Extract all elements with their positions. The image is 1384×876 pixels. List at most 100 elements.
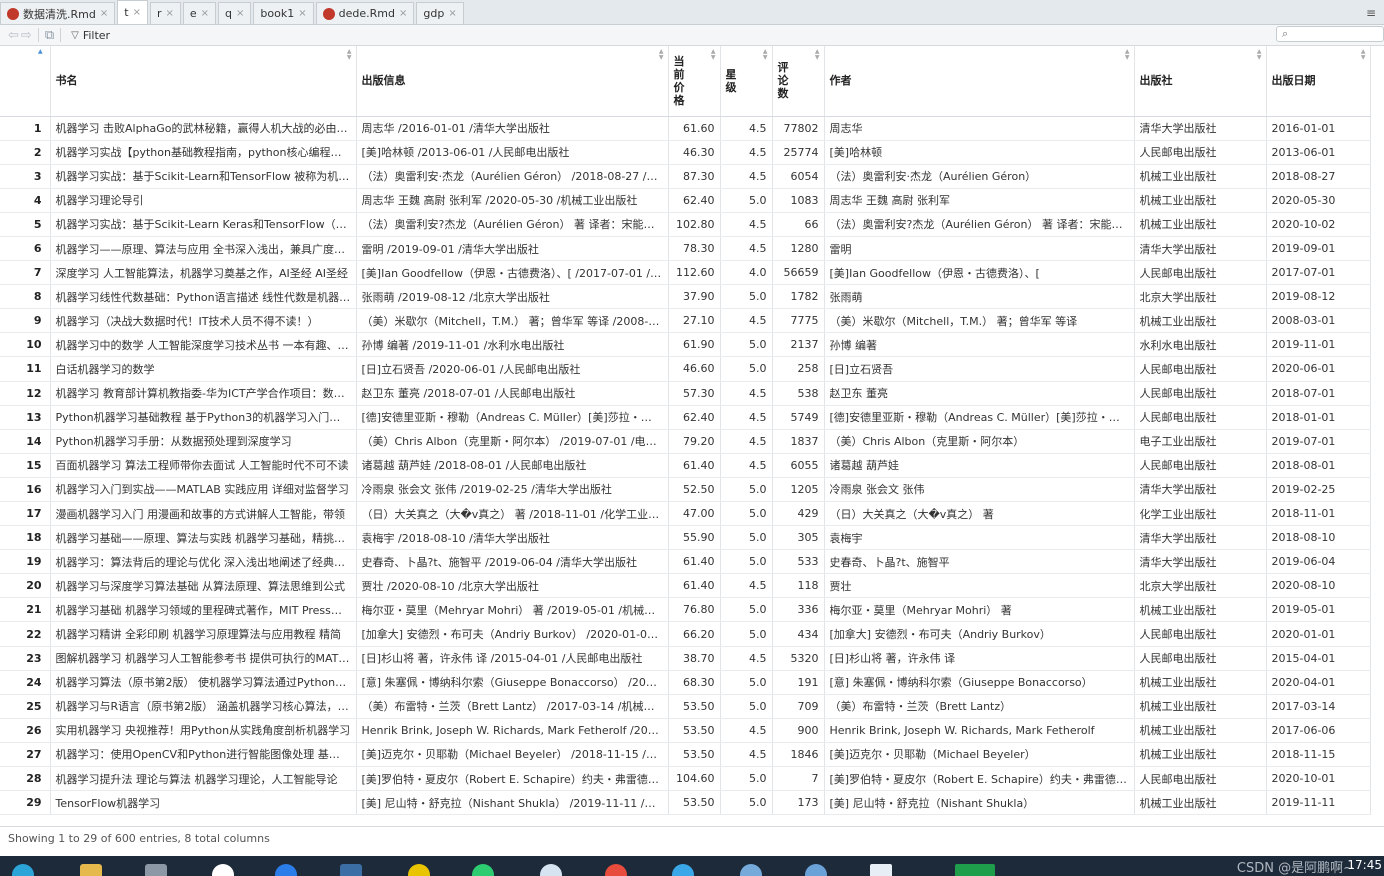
table-row[interactable]: 9 机器学习（决战大数据时代！IT技术人员不得不读！） （美）米歇尔（Mitchel… [0, 308, 1371, 334]
table-cell: 袁梅宇 [824, 525, 1135, 551]
table-cell: 102.80 [668, 212, 721, 237]
table-row[interactable]: 21 机器学习基础 机器学习领域的里程碑式著作，MIT Press出版 梅尔亚・莫里… [0, 597, 1371, 623]
close-tab-icon[interactable]: × [165, 8, 173, 19]
table-row[interactable]: 3 机器学习实战：基于Scikit-Learn和TensorFlow 被称为机器学… [0, 164, 1371, 189]
table-cell: Henrik Brink, Joseph W. Richards, Mark F… [356, 718, 669, 743]
taskbar-app-icon[interactable] [12, 864, 34, 876]
tab-7[interactable]: gdp × [0, 2, 464, 58]
table-row[interactable]: 27 机器学习：使用OpenCV和Python进行智能图像处理 基于OpenCV[… [0, 742, 1371, 768]
row-index-header[interactable]: ▲ [0, 46, 51, 117]
table-row[interactable]: 23 图解机器学习 机器学习人工智能参考书 提供可执行的MATLAB [日]杉山将 … [0, 646, 1371, 671]
table-row[interactable]: 20 机器学习与深度学习算法基础 从算法原理、算法思维到公式 贾壮 /2020-08… [0, 573, 1371, 599]
table-row[interactable]: 12 机器学习 教育部计算机教指委-华为ICT产学合作项目：数据科学 赵卫东 董亮 … [0, 381, 1371, 406]
forward-arrow-icon[interactable]: ⇨ [21, 28, 32, 43]
table-row[interactable]: 5 机器学习实战：基于Scikit-Learn Keras和TensorFlow（… [0, 212, 1371, 237]
column-header[interactable]: ▲ ▼ 书名 [50, 46, 357, 117]
table-row[interactable]: 19 机器学习：算法背后的理论与优化 深入浅出地阐述了经典机器 史春奇、卜晶?t、施… [0, 549, 1371, 575]
table-row[interactable]: 14 Python机器学习手册：从数据预处理到深度学习 （美）Chris Albon… [0, 429, 1371, 454]
table-row[interactable]: 15 百面机器学习 算法工程师带你去面试 人工智能时代不可不读 诸葛越 葫芦娃 /2… [0, 453, 1371, 478]
table-row[interactable]: 25 机器学习与R语言（原书第2版） 涵盖机器学习核心算法，包括 （美）布雷特・兰茨… [0, 694, 1371, 719]
filter-button[interactable]: ▽ Filter [71, 29, 110, 42]
table-row[interactable]: 26 实用机器学习 央视推荐！用Python从实践角度剖析机器学习 Henrik B… [0, 718, 1371, 743]
taskbar-app-icon[interactable] [145, 864, 167, 876]
table-cell: 87.30 [668, 164, 721, 189]
table-cell: 清华大学出版社 [1134, 525, 1267, 551]
tab-5[interactable]: book1 × [0, 2, 314, 58]
tab-0[interactable]: 数据清洗.Rmd × [0, 2, 116, 24]
row-index: 6 [0, 236, 51, 262]
close-tab-icon[interactable]: × [448, 8, 456, 19]
excel-icon[interactable] [955, 864, 995, 876]
table-cell: 53.50 [668, 718, 721, 743]
table-row[interactable]: 22 机器学习精讲 全彩印刷 机器学习原理算法与应用教程 精简 [加拿大] 安德烈・… [0, 621, 1371, 647]
table-cell: 76.80 [668, 597, 721, 623]
table-cell: 深度学习 人工智能算法，机器学习奠基之作，AI圣经 AI圣经 [50, 260, 357, 286]
column-header[interactable]: ▲ ▼ 作者 [824, 46, 1135, 117]
tab-label: r [156, 7, 162, 20]
taskbar-app-icon[interactable] [275, 864, 297, 876]
folder-icon[interactable] [80, 864, 102, 876]
row-index: 12 [0, 381, 51, 406]
close-tab-icon[interactable]: × [133, 7, 141, 18]
column-header[interactable]: ▲ ▼ 出版社 [1134, 46, 1267, 117]
table-row[interactable]: 17 漫画机器学习入门 用漫画和故事的方式讲解人工智能，带领 （日）大关真之（大�v… [0, 501, 1371, 527]
table-cell: 诸葛越 葫芦娃 [824, 453, 1135, 478]
table-row[interactable]: 16 机器学习入门到实战——MATLAB 实践应用 详细对监督学习 冷雨泉 张会文 … [0, 477, 1371, 503]
tab-4[interactable]: q × [0, 2, 252, 58]
table-row[interactable]: 1 机器学习 击败AlphaGo的武林秘籍，赢得人机大战的必由之路 周志华 /201… [0, 116, 1371, 141]
table-cell: 机器学习 教育部计算机教指委-华为ICT产学合作项目：数据科学 [50, 381, 357, 406]
back-arrow-icon[interactable]: ⇦ [8, 28, 19, 43]
rstudio-icon[interactable] [740, 864, 762, 876]
close-tab-icon[interactable]: × [201, 8, 209, 19]
table-row[interactable]: 13 Python机器学习基础教程 基于Python3的机器学习入门教程 [德]安德… [0, 405, 1371, 430]
table-cell: 46.60 [668, 356, 721, 382]
table-row[interactable]: 18 机器学习基础——原理、算法与实践 机器学习基础，精挑细选 袁梅宇 /2018-… [0, 525, 1371, 551]
table-row[interactable]: 11 白话机器学习的数学 [日]立石贤吾 /2020-06-01 /人民邮电出版社 4… [0, 356, 1371, 382]
close-tab-icon[interactable]: × [236, 8, 244, 19]
table-cell: 4.5 [720, 573, 773, 599]
taskbar-app-icon[interactable] [805, 864, 827, 876]
taskbar-app-icon[interactable] [870, 864, 892, 876]
search-input[interactable]: ⌕ [1276, 26, 1384, 42]
table-row[interactable]: 4 机器学习理论导引 周志华 王魏 高尉 张利军 /2020-05-30 /机械工业… [0, 188, 1371, 213]
table-cell: 5.0 [720, 356, 773, 382]
tab-6[interactable]: dede.Rmd × [315, 2, 415, 24]
sort-ascending-icon: ▲ [38, 48, 43, 55]
show-in-window-icon[interactable]: ⧉ [45, 28, 54, 43]
taskbar-app-icon[interactable] [672, 864, 694, 876]
tab-2[interactable]: r × [0, 2, 181, 58]
close-tab-icon[interactable]: × [100, 8, 108, 19]
taskbar-app-icon[interactable] [605, 864, 627, 876]
table-row[interactable]: 24 机器学习算法（原书第2版） 使机器学习算法通过Python实现 [意] 朱塞佩… [0, 670, 1371, 695]
table-row[interactable]: 10 机器学习中的数学 人工智能深度学习技术丛书 一本有趣、有料 孙博 编著 /20… [0, 332, 1371, 358]
table-cell: 4.5 [720, 718, 773, 743]
tab-list-menu-icon[interactable]: ≡ [1366, 6, 1376, 20]
column-header[interactable]: ▲ ▼ 出版信息 [356, 46, 669, 117]
table-row[interactable]: 8 机器学习线性代数基础：Python语言描述 线性代数是机器学习 张雨萌 /201… [0, 284, 1371, 310]
table-row[interactable]: 2 机器学习实战【python基础教程指南，python核心编程实例 [美]哈林顿 … [0, 140, 1371, 165]
row-index: 28 [0, 766, 51, 792]
column-header[interactable]: ▲ ▼ 评论数 [772, 46, 825, 117]
table-cell: [加拿大] 安德烈・布可夫（Andriy Burkov） [824, 621, 1135, 647]
table-row[interactable]: 28 机器学习提升法 理论与算法 机器学习理论，人工智能导论 [美]罗伯特・夏皮尔（… [0, 766, 1371, 792]
table-cell: 周志华 [824, 116, 1135, 141]
table-cell: 538 [772, 381, 825, 406]
wechat-icon[interactable] [472, 864, 494, 876]
table-cell: 机械工业出版社 [1134, 670, 1267, 695]
table-cell: 机器学习与R语言（原书第2版） 涵盖机器学习核心算法，包括 [50, 694, 357, 719]
taskbar-app-icon[interactable] [408, 864, 430, 876]
row-index: 14 [0, 429, 51, 454]
tab-3[interactable]: e × [0, 2, 217, 58]
table-row[interactable]: 6 机器学习——原理、算法与应用 全书深入浅出，兼具广度与深度 雷明 /2019-0… [0, 236, 1371, 262]
close-tab-icon[interactable]: × [298, 8, 306, 19]
column-header[interactable]: ▲ ▼ 出版日期 [1266, 46, 1371, 117]
column-header[interactable]: ▲ ▼ 星级 [720, 46, 773, 117]
close-tab-icon[interactable]: × [399, 8, 407, 19]
tab-1[interactable]: t × [0, 0, 148, 58]
table-row[interactable]: 29 TensorFlow机器学习 [美] 尼山特・舒克拉（Nishant Shuk… [0, 790, 1371, 816]
column-header[interactable]: ▲ ▼ 当前价格 [668, 46, 721, 117]
browser-icon[interactable] [540, 864, 562, 876]
taskbar-app-icon[interactable] [340, 864, 362, 876]
taskbar-app-icon[interactable] [212, 864, 234, 876]
table-row[interactable]: 7 深度学习 人工智能算法，机器学习奠基之作，AI圣经 AI圣经 [美]Ian Go… [0, 260, 1371, 286]
